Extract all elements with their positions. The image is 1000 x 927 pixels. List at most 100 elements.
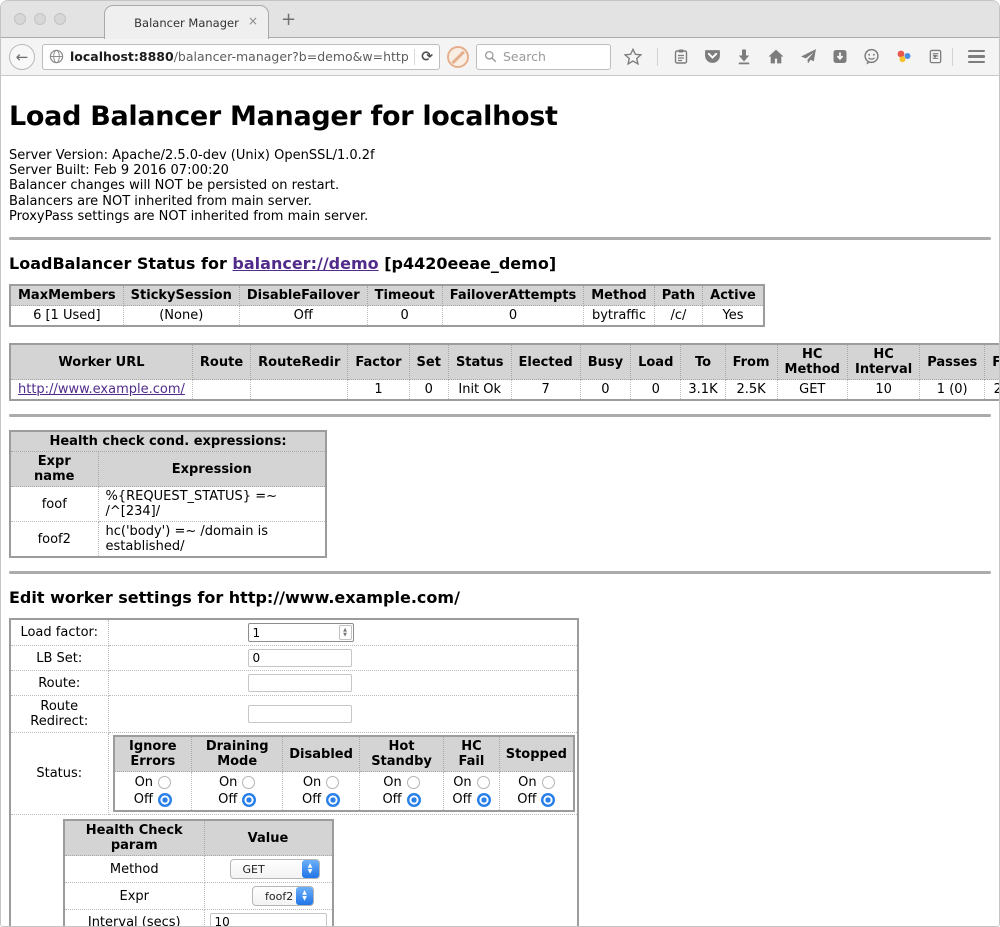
off-label: Off [382,791,401,808]
ignore-errors-radios: On Off [114,772,192,812]
page-content: Load Balancer Manager for localhost Serv… [1,76,999,927]
toolbar-icons: ▾ [624,48,1000,66]
cell-load: 0 [631,380,681,401]
send-icon[interactable] [800,48,817,65]
load-factor-field[interactable]: ▲▼ [248,623,354,642]
cell-expression: hc('body') =~ /domain is established/ [98,522,326,558]
clipboard-icon[interactable] [673,48,689,65]
load-factor-input[interactable] [249,626,339,640]
col-busy: Busy [580,344,630,380]
notice-persist: Balancer changes will NOT be persisted o… [9,178,991,193]
form-row-route: Route: [10,671,578,696]
expr-select[interactable]: foof2▲▼ [252,886,314,906]
balancer-params-table: MaxMembers StickySession DisableFailover… [9,284,765,327]
form-row-health-check: Health Check param Value Method GET▲▼ Ex… [10,815,578,927]
balancer-link[interactable]: balancer://demo [232,254,378,273]
url-bar[interactable]: localhost:8880/balancer-manager?b=demo&w… [42,44,440,70]
menu-icon[interactable] [968,50,985,63]
notice-proxypass: ProxyPass settings are NOT inherited fro… [9,209,991,224]
reload-icon[interactable]: ⟳ [421,49,433,65]
interval-label: Interval (secs) [64,910,204,927]
col-expr-name: Expr name [10,452,98,487]
on-label: On [518,774,536,791]
cell-to: 3.1K [681,380,725,401]
off-label: Off [302,791,321,808]
back-arrow-icon: ← [16,48,29,66]
interval-input[interactable] [210,913,327,927]
lb-status-heading-prefix: LoadBalancer Status for [9,254,232,273]
col-timeout: Timeout [367,285,442,306]
route-input[interactable] [248,674,352,692]
search-icon [484,50,497,63]
hc-fail-off-radio[interactable] [477,793,491,807]
on-label: On [383,774,401,791]
status-label: Status: [10,733,108,815]
chat-icon[interactable] [863,48,880,65]
method-select[interactable]: GET▲▼ [230,859,320,879]
off-label: Off [218,791,237,808]
url-path: /balancer-manager?b=demo&w=http://www.ex… [174,49,409,64]
colors-icon[interactable] [895,48,913,65]
off-label: Off [452,791,471,808]
reader-icon[interactable] [832,48,848,65]
cell-hc-interval: 10 [847,380,919,401]
col-route: Route [192,344,250,380]
route-redirect-label: Route Redirect: [10,696,108,733]
col-fails: Fails [985,344,999,380]
tab-balancer-manager[interactable]: Balancer Manager × [104,5,269,39]
stopped-off-radio[interactable] [541,793,555,807]
on-label: On [303,774,321,791]
hc-fail-on-radio[interactable] [477,776,490,789]
workers-table: Worker URL Route RouteRedir Factor Set S… [9,343,999,401]
on-label: On [135,774,153,791]
col-active: Active [703,285,764,306]
route-label: Route: [10,671,108,696]
col-from: From [725,344,777,380]
star-icon[interactable] [624,48,642,66]
table-row: 6 [1 Used] (None) Off 0 0 bytraffic /c/ … [10,306,764,327]
url-text[interactable]: localhost:8880/balancer-manager?b=demo&w… [70,49,408,64]
worker-url-link[interactable]: http://www.example.com/ [18,382,185,397]
hot-standby-on-radio[interactable] [407,776,420,789]
col-routeredir: RouteRedir [251,344,348,380]
globe-icon [49,49,64,64]
table-row: foof %{REQUEST_STATUS} =~ /^[234]/ [10,487,326,522]
on-label: On [453,774,471,791]
notice-balancers: Balancers are NOT inherited from main se… [9,194,991,209]
draining-mode-on-radio[interactable] [242,776,255,789]
route-redirect-input[interactable] [248,705,352,723]
disabled-off-radio[interactable] [326,793,340,807]
tab-close-icon[interactable]: × [248,15,258,27]
back-button[interactable]: ← [9,44,35,70]
number-stepper-icon[interactable]: ▲▼ [339,625,352,640]
toolbar-separator [952,48,953,66]
pocket-icon[interactable] [704,48,721,65]
ignore-errors-on-radio[interactable] [158,776,171,789]
cell-expr-name: foof2 [10,522,98,558]
hc-row-interval: Interval (secs) [64,910,333,927]
off-label: Off [517,791,536,808]
search-bar[interactable]: Search [476,44,611,70]
cell-passes: 1 (0) [920,380,985,401]
hot-standby-off-radio[interactable] [407,793,421,807]
draining-mode-off-radio[interactable] [242,793,256,807]
lb-set-input[interactable] [248,649,352,667]
form-row-load-factor: Load factor: ▲▼ [10,619,578,646]
table-row: foof2 hc('body') =~ /domain is establish… [10,522,326,558]
notes-button[interactable]: ▾ [928,48,937,65]
zoom-window-button[interactable] [54,13,66,25]
draining-mode-radios: On Off [192,772,283,812]
disabled-on-radio[interactable] [326,776,339,789]
ignore-errors-off-radio[interactable] [158,793,172,807]
stopped-on-radio[interactable] [542,776,555,789]
content-blocker-icon[interactable] [447,46,469,68]
tab-title: Balancer Manager [134,16,239,30]
window-controls[interactable] [14,13,66,25]
edit-worker-heading: Edit worker settings for http://www.exam… [9,588,991,607]
new-tab-button[interactable]: + [281,9,296,30]
home-icon[interactable] [767,48,785,65]
close-window-button[interactable] [14,13,26,25]
minimize-window-button[interactable] [34,13,46,25]
download-icon[interactable] [736,48,752,65]
on-label: On [219,774,237,791]
